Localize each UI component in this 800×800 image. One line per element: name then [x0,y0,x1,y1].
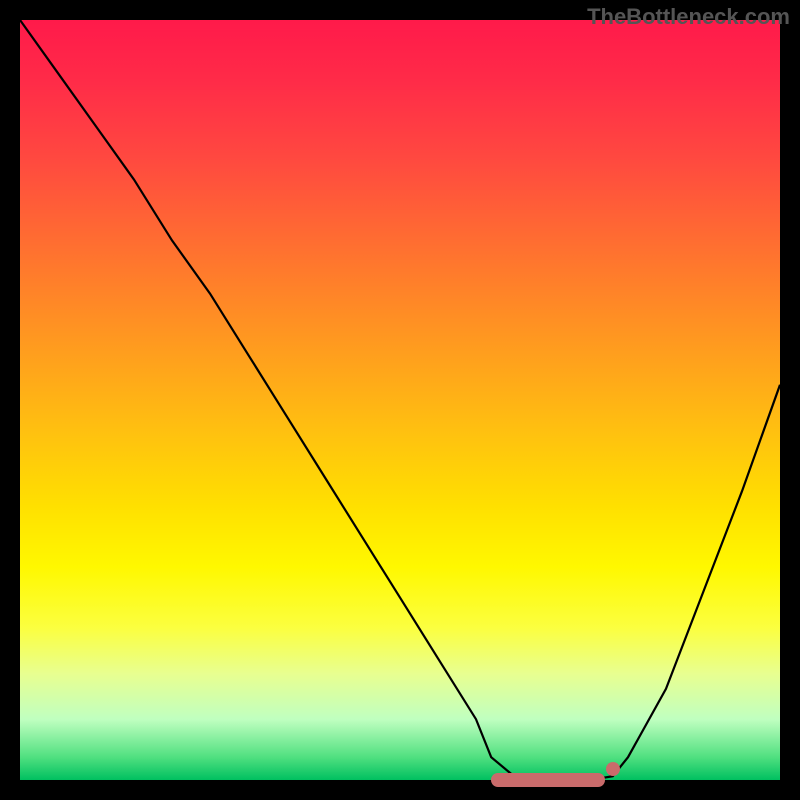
optimal-range-marker [491,773,605,787]
bottleneck-curve [20,20,780,780]
optimal-point-marker [606,762,620,776]
watermark-text: TheBottleneck.com [587,4,790,30]
